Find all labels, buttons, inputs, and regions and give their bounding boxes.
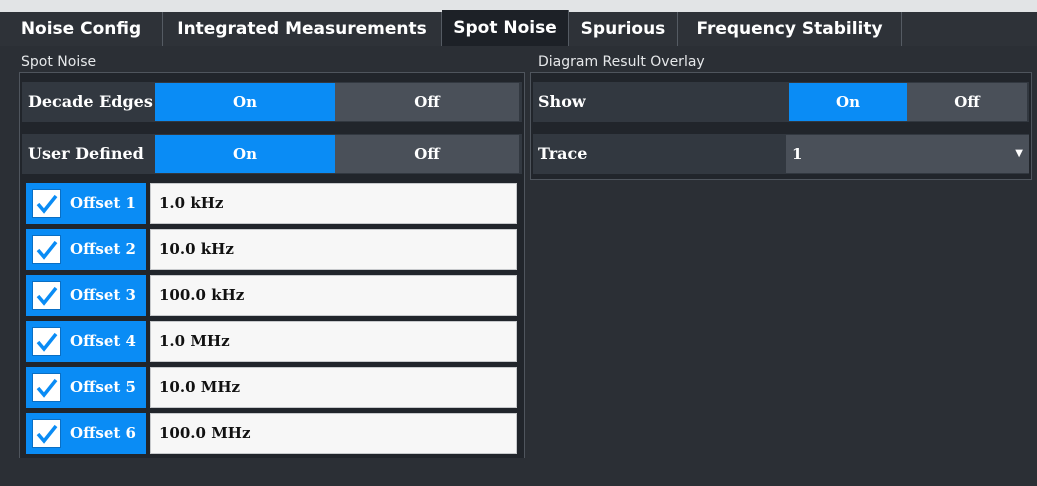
offset-6-label: Offset 6: [70, 424, 136, 442]
offset-4-value-field[interactable]: 1.0 MHz: [150, 321, 517, 362]
offset-2-check-icon: [32, 235, 61, 264]
tab-bar: Noise Config Integrated Measurements Spo…: [0, 0, 1037, 46]
user-defined-label: User Defined: [28, 144, 144, 163]
offset-4-label: Offset 4: [70, 332, 136, 350]
offset-5-checkbox-button[interactable]: Offset 5: [26, 367, 146, 408]
offset-3-check-icon: [32, 281, 61, 310]
offset-5-value-field[interactable]: 10.0 MHz: [150, 367, 517, 408]
offset-2-label: Offset 2: [70, 240, 136, 258]
offset-6-check-icon: [32, 419, 61, 448]
tab-bar-filler: [902, 12, 1037, 46]
trace-label: Trace: [538, 144, 588, 163]
offset-1-check-icon: [32, 189, 61, 218]
user-defined-off-button[interactable]: Off: [335, 135, 519, 173]
user-defined-on-button[interactable]: On: [155, 135, 335, 173]
offset-3-value-field[interactable]: 100.0 kHz: [150, 275, 517, 316]
show-on-button[interactable]: On: [789, 83, 907, 121]
offset-6-checkbox-button[interactable]: Offset 6: [26, 413, 146, 454]
tab-noise-config[interactable]: Noise Config: [0, 12, 163, 46]
spot-noise-group: Decade Edges On Off User Defined On Off …: [19, 72, 525, 464]
trace-dropdown-value: 1: [792, 145, 803, 163]
overlay-group: Show On Off Trace 1 ▼: [530, 72, 1032, 180]
show-off-button[interactable]: Off: [907, 83, 1027, 121]
offset-2-value-field[interactable]: 10.0 kHz: [150, 229, 517, 270]
offset-1-label: Offset 1: [70, 194, 136, 212]
bottom-strip: [0, 458, 1037, 486]
offset-3-checkbox-button[interactable]: Offset 3: [26, 275, 146, 316]
offset-2-checkbox-button[interactable]: Offset 2: [26, 229, 146, 270]
offset-1-value-field[interactable]: 1.0 kHz: [150, 183, 517, 224]
show-label: Show: [538, 92, 586, 111]
offset-6-value-field[interactable]: 100.0 MHz: [150, 413, 517, 454]
offset-4-check-icon: [32, 327, 61, 356]
offset-5-label: Offset 5: [70, 378, 136, 396]
decade-edges-on-button[interactable]: On: [155, 83, 335, 121]
decade-edges-off-button[interactable]: Off: [335, 83, 519, 121]
spot-noise-section-title: Spot Noise: [21, 54, 97, 70]
offset-4-checkbox-button[interactable]: Offset 4: [26, 321, 146, 362]
decade-edges-label: Decade Edges: [28, 92, 153, 111]
tab-spot-noise[interactable]: Spot Noise: [442, 10, 569, 46]
tab-spurious[interactable]: Spurious: [569, 12, 678, 46]
overlay-section-title: Diagram Result Overlay: [538, 54, 705, 70]
tab-content: Spot Noise Decade Edges On Off User Defi…: [0, 46, 1037, 486]
tab-frequency-stability[interactable]: Frequency Stability: [678, 12, 902, 46]
chevron-down-icon: ▼: [1015, 148, 1023, 159]
trace-dropdown[interactable]: 1 ▼: [786, 135, 1029, 173]
spot-noise-dialog: Noise Config Integrated Measurements Spo…: [0, 0, 1037, 486]
offset-5-check-icon: [32, 373, 61, 402]
offset-1-checkbox-button[interactable]: Offset 1: [26, 183, 146, 224]
tab-integrated-measurements[interactable]: Integrated Measurements: [163, 12, 442, 46]
offset-3-label: Offset 3: [70, 286, 136, 304]
